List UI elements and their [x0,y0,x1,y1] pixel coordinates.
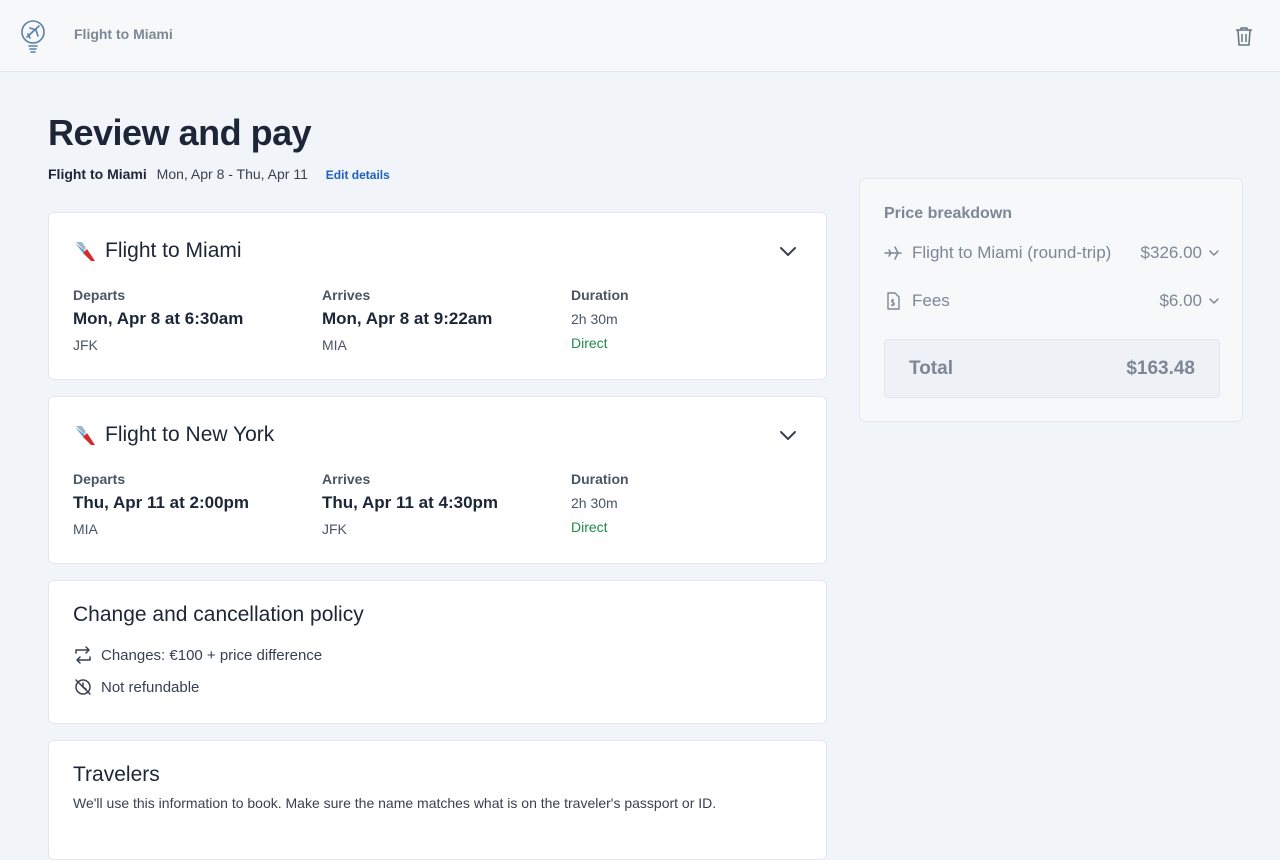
plane-bulb-icon[interactable] [18,18,50,54]
total-amount: $163.48 [1126,358,1195,379]
departs-label: Departs [73,287,126,303]
departs-airport: JFK [73,337,98,353]
chevron-down-icon [1209,298,1219,305]
departs-time: Mon, Apr 8 at 6:30am [73,309,244,328]
arrives-time: Thu, Apr 11 at 4:30pm [322,493,499,512]
travelers-card: Travelers We'll use this information to … [48,740,827,860]
trip-summary: Flight to Miami Mon, Apr 8 - Thu, Apr 11… [48,166,390,182]
chevron-down-icon[interactable] [778,243,798,259]
total-box: Total $163.48 [884,339,1220,398]
price-item-amount: $326.00 [1140,243,1202,262]
price-item-label: Flight to Miami (round-trip) [912,243,1112,262]
duration-value: 2h 30m [571,495,618,511]
price-item-label: Fees [912,291,950,310]
flight-card-return: Flight to New York Departs Thu, Apr 11 a… [48,396,827,564]
flight-header: Flight to New York [73,421,274,449]
trash-icon[interactable] [1233,25,1255,47]
departs-column: Departs Mon, Apr 8 at 6:30am JFK [73,287,243,353]
price-breakdown-title: Price breakdown [884,205,1013,222]
duration-column: Duration 2h 30m Direct [571,287,629,351]
price-row-flight[interactable]: Flight to Miami (round-trip) $326.00 [884,241,1220,265]
arrives-label: Arrives [322,471,371,487]
plane-icon [884,246,902,260]
departs-airport: MIA [73,521,98,537]
arrives-column: Arrives Mon, Apr 8 at 9:22am MIA [322,287,492,353]
changes-text: Changes: €100 + price difference [101,646,323,664]
arrives-airport: JFK [322,521,347,537]
departs-column: Departs Thu, Apr 11 at 2:00pm MIA [73,471,249,537]
total-label: Total [909,358,953,379]
arrives-time: Mon, Apr 8 at 9:22am [322,309,493,328]
trip-name: Flight to Miami [48,166,147,182]
page-title: Review and pay [48,112,312,153]
receipt-icon [887,292,900,310]
no-refund-icon [75,679,91,695]
edit-details-link[interactable]: Edit details [326,168,390,182]
arrives-airport: MIA [322,337,347,353]
chevron-down-icon [1209,250,1219,257]
price-row-fees[interactable]: Fees $6.00 [884,289,1220,313]
chevron-down-icon[interactable] [778,427,798,443]
duration-label: Duration [571,471,629,487]
travelers-description: We'll use this information to book. Make… [73,795,717,811]
airline-logo-icon [75,426,95,445]
stops-value: Direct [571,519,608,535]
arrives-label: Arrives [322,287,371,303]
travelers-title: Travelers [73,763,160,786]
policy-title: Change and cancellation policy [73,603,364,626]
airline-logo-icon [75,242,95,261]
topbar-title: Flight to Miami [74,26,173,42]
flight-title: Flight to Miami [105,239,242,262]
duration-column: Duration 2h 30m Direct [571,471,629,535]
flight-title: Flight to New York [105,423,275,446]
flight-header: Flight to Miami [73,237,242,265]
top-bar: Flight to Miami [0,0,1280,72]
cancellation-policy-card: Change and cancellation policy Changes: … [48,580,827,724]
price-breakdown-panel: Price breakdown Flight to Miami (round-t… [859,178,1243,422]
flight-card-outbound: Flight to Miami Departs Mon, Apr 8 at 6:… [48,212,827,380]
trip-dates: Mon, Apr 8 - Thu, Apr 11 [156,166,308,182]
stops-value: Direct [571,335,608,351]
departs-time: Thu, Apr 11 at 2:00pm [73,493,250,512]
departs-label: Departs [73,471,126,487]
change-arrows-icon [75,646,91,664]
duration-label: Duration [571,287,629,303]
refund-row: Not refundable [73,677,199,697]
price-item-amount: $6.00 [1159,291,1202,310]
duration-value: 2h 30m [571,311,618,327]
arrives-column: Arrives Thu, Apr 11 at 4:30pm JFK [322,471,498,537]
changes-row: Changes: €100 + price difference [73,645,322,665]
refund-text: Not refundable [101,678,200,696]
